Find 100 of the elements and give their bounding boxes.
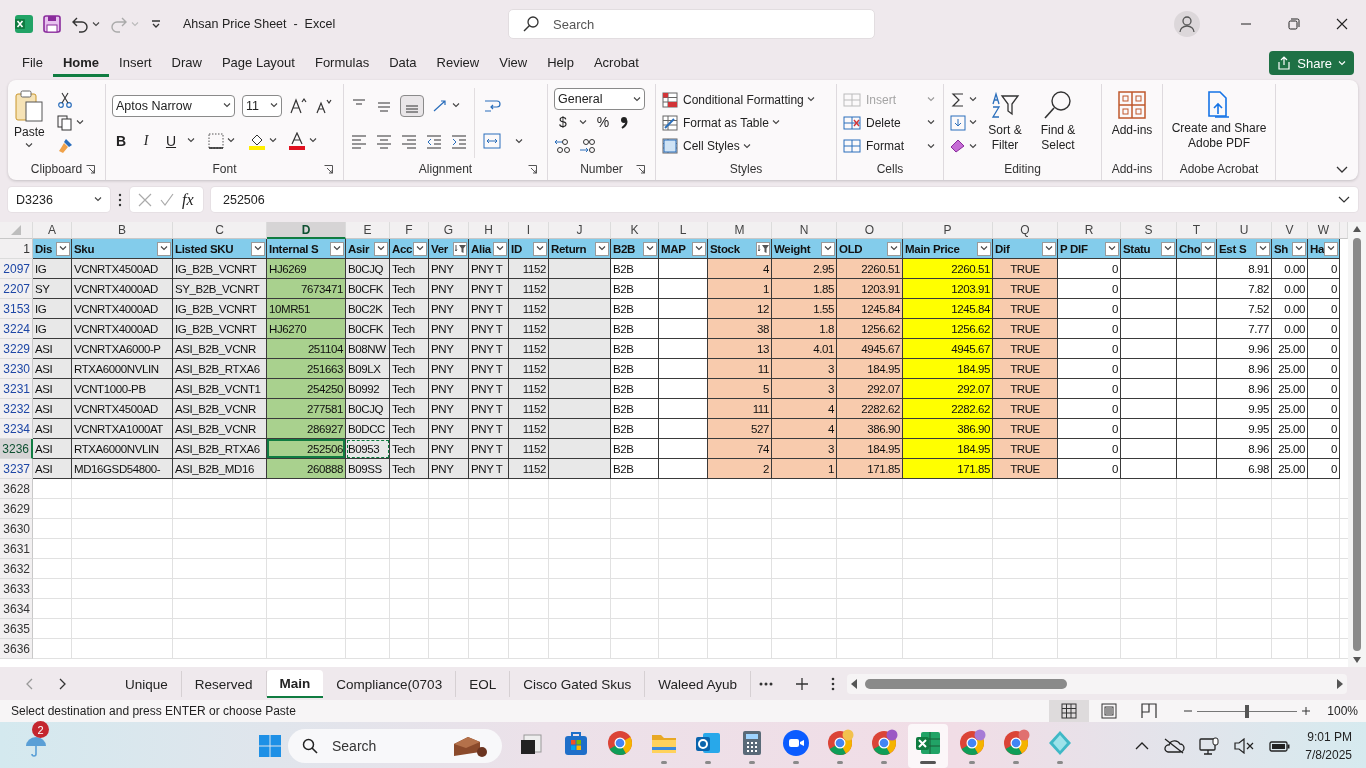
increase-decimal-icon[interactable] xyxy=(554,138,572,154)
autosum-icon[interactable] xyxy=(950,91,966,108)
fill-icon[interactable] xyxy=(950,115,966,131)
row-number[interactable]: 3229 xyxy=(0,339,33,359)
wrap-text-icon[interactable] xyxy=(483,97,501,115)
font-family-select[interactable]: Aptos Narrow xyxy=(112,94,235,117)
restore-icon[interactable] xyxy=(1288,18,1300,30)
row-number[interactable]: 3635 xyxy=(0,619,33,639)
filter-button[interactable] xyxy=(374,241,388,256)
align-left-icon[interactable] xyxy=(350,132,368,149)
increase-indent-icon[interactable] xyxy=(450,132,468,149)
sheet-tab[interactable]: Compliance(0703 xyxy=(323,670,457,697)
comma-style-icon[interactable] xyxy=(619,115,629,129)
sort-filter-button[interactable]: Sort & Filter xyxy=(983,88,1027,158)
sheet-tab[interactable]: Waleed Ayub xyxy=(645,670,751,697)
start-icon[interactable] xyxy=(258,734,282,758)
row-number[interactable]: 3628 xyxy=(0,479,33,499)
filter-button[interactable] xyxy=(595,241,609,256)
row-number[interactable]: 3634 xyxy=(0,599,33,619)
filter-button[interactable] xyxy=(756,241,770,256)
formula-field[interactable]: 252506 xyxy=(211,187,1358,212)
umbrella-icon[interactable] xyxy=(24,734,48,758)
name-box[interactable]: D3236 xyxy=(8,187,110,212)
decrease-indent-icon[interactable] xyxy=(425,132,443,149)
row-number[interactable]: 3232 xyxy=(0,399,33,419)
dialog-launcher-icon[interactable] xyxy=(86,164,95,174)
add-sheet-icon[interactable] xyxy=(795,676,809,691)
close-icon[interactable] xyxy=(1336,18,1348,30)
row-number[interactable]: 1 xyxy=(0,239,33,259)
monitor-icon[interactable] xyxy=(1199,737,1220,755)
find-select-button[interactable]: Find & Select xyxy=(1033,88,1083,158)
menu-tab[interactable]: Acrobat xyxy=(583,49,649,77)
percent-button[interactable]: % xyxy=(594,114,612,130)
copy-icon[interactable] xyxy=(56,115,73,131)
number-format-select[interactable]: General xyxy=(554,88,645,110)
menu-tab[interactable]: File xyxy=(12,49,53,77)
filter-button[interactable] xyxy=(1201,241,1215,256)
filter-button[interactable] xyxy=(56,241,70,256)
row-number[interactable]: 2207 xyxy=(0,279,33,299)
currency-button[interactable]: $ xyxy=(554,114,572,130)
filter-button[interactable] xyxy=(887,241,901,256)
menu-tab[interactable]: Review xyxy=(426,49,490,77)
create-pdf-button[interactable]: Create and Share Adobe PDF xyxy=(1169,88,1269,158)
sheet-tab[interactable]: Cisco Gated Skus xyxy=(510,670,646,697)
scrollbar-thumb[interactable] xyxy=(1353,238,1361,651)
format-painter-icon[interactable] xyxy=(56,138,73,155)
column-letter[interactable]: D xyxy=(267,222,346,239)
scroll-up-icon[interactable] xyxy=(1353,226,1361,232)
row-number[interactable]: 3633 xyxy=(0,579,33,599)
menu-tab[interactable]: Page Layout xyxy=(211,49,305,77)
sheet-tab[interactable]: EOL xyxy=(456,670,511,697)
style-menu-button[interactable]: Format as Table xyxy=(662,115,815,131)
undo-icon[interactable] xyxy=(71,15,89,33)
clock[interactable]: 9:01 PM 7/8/2025 xyxy=(1305,728,1352,764)
scissors-icon[interactable] xyxy=(56,91,73,108)
row-number[interactable]: 3231 xyxy=(0,379,33,399)
add-ins-button[interactable]: Add-ins xyxy=(1108,88,1156,158)
font-color-icon[interactable] xyxy=(288,131,306,150)
taskbar-button[interactable] xyxy=(908,724,948,768)
filter-button[interactable] xyxy=(1042,241,1056,256)
sheet-tab[interactable]: Reserved xyxy=(181,670,267,697)
filter-button[interactable] xyxy=(157,241,171,256)
font-size-select[interactable]: 11 xyxy=(242,94,282,117)
scrollbar-thumb[interactable] xyxy=(865,678,1067,689)
next-sheet-icon[interactable] xyxy=(58,677,66,690)
filter-button[interactable] xyxy=(977,241,991,256)
avatar-icon[interactable] xyxy=(1174,11,1200,37)
row-number[interactable]: 3630 xyxy=(0,519,33,539)
sheet-tab[interactable]: Main xyxy=(266,669,324,698)
scroll-down-icon[interactable] xyxy=(1353,657,1361,663)
menu-tab[interactable]: Draw xyxy=(161,49,212,77)
filter-button[interactable] xyxy=(251,241,265,256)
cloud-off-icon[interactable] xyxy=(1163,738,1186,754)
collapse-ribbon-icon[interactable] xyxy=(1336,166,1348,174)
row-number[interactable]: 3234 xyxy=(0,419,33,439)
style-menu-button[interactable]: Cell Styles xyxy=(662,138,815,155)
underline-button[interactable]: U xyxy=(162,132,180,149)
menu-tab[interactable]: Data xyxy=(379,49,427,77)
insert-function-button[interactable]: fx xyxy=(182,190,194,209)
chevron-up-icon[interactable] xyxy=(1135,741,1150,751)
filter-button[interactable] xyxy=(413,241,427,256)
search-bar[interactable]: Search xyxy=(508,9,875,39)
slider-thumb[interactable] xyxy=(1245,704,1250,718)
filter-button[interactable] xyxy=(533,241,547,256)
filter-button[interactable] xyxy=(330,241,344,256)
row-number[interactable]: 2097 xyxy=(0,259,33,279)
search-bar[interactable]: Search xyxy=(288,729,502,763)
align-center-icon[interactable] xyxy=(375,132,393,149)
more-options-icon[interactable] xyxy=(118,192,122,207)
save-icon[interactable] xyxy=(43,15,61,33)
cells-menu-button[interactable]: Delete xyxy=(843,115,935,131)
filter-button[interactable] xyxy=(821,241,835,256)
align-right-icon[interactable] xyxy=(400,132,418,149)
orientation-icon[interactable] xyxy=(431,97,449,114)
search-field[interactable]: Search xyxy=(330,737,440,755)
options-icon[interactable] xyxy=(831,676,835,691)
menu-tab[interactable]: View xyxy=(489,49,538,77)
borders-icon[interactable] xyxy=(208,132,224,149)
share-button[interactable]: Share xyxy=(1269,51,1354,75)
menu-tab[interactable]: Formulas xyxy=(304,49,380,77)
